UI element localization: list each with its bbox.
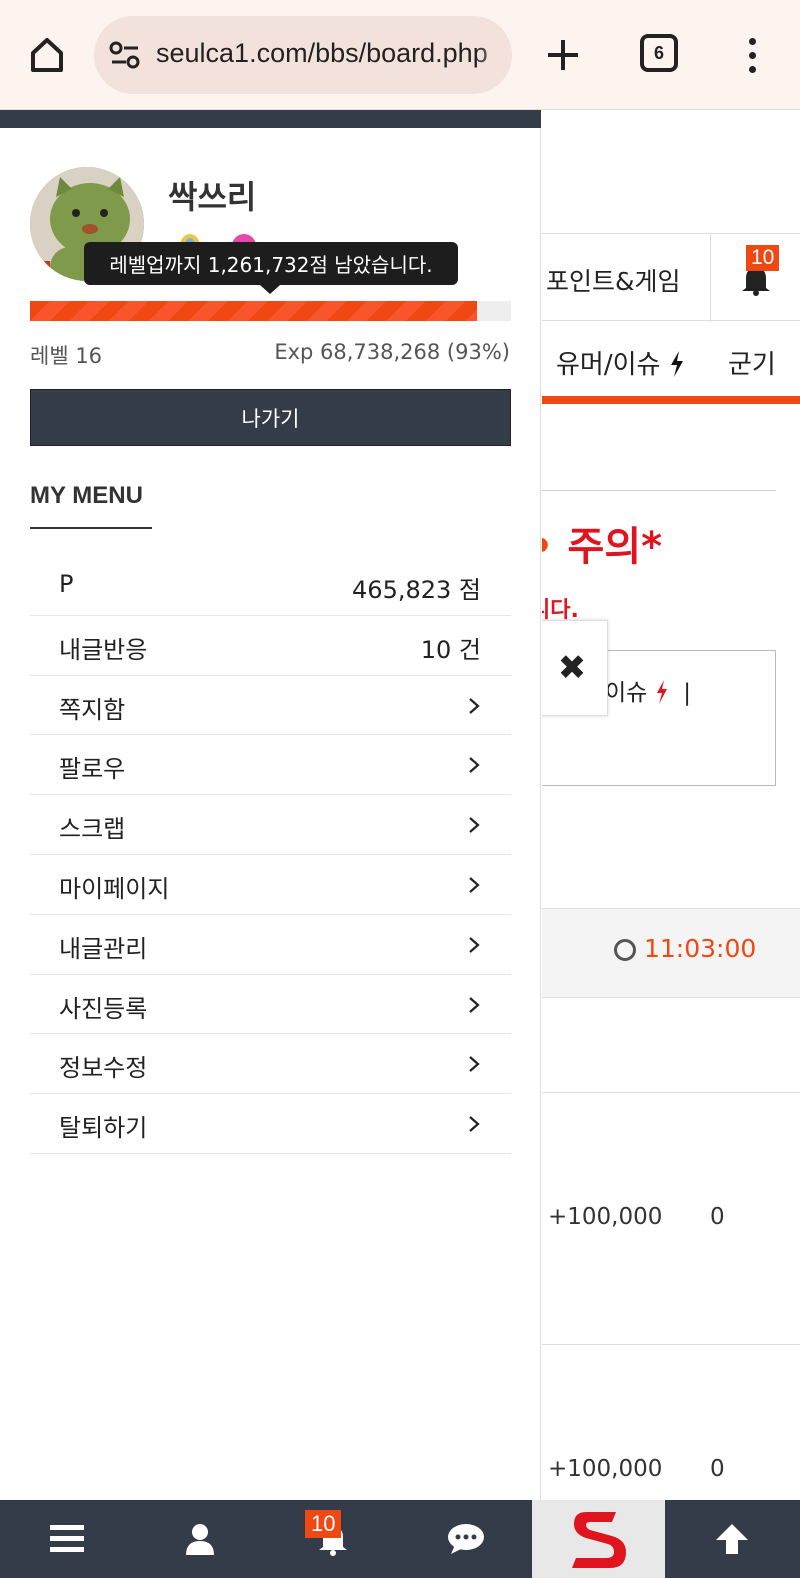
notification-badge: 10 [746,245,780,271]
table-row: +100,000 0 [548,1204,725,1230]
menu-item[interactable]: 스크랩 [30,795,511,855]
menu-item-label: 사진등록 [59,994,148,1023]
exp-progress-bar [30,301,511,321]
chevron-right-icon [469,817,480,834]
menu-item[interactable]: 정보수정 [30,1034,511,1095]
menu-item-value: 465,823 점 [352,576,481,604]
nav-military[interactable]: 군기 [728,344,776,381]
side-drawer: 싹쓰리 레벨업까지 1,261,732점 남았습니다. 레벨 16 Exp 68… [0,110,541,1500]
menu-item[interactable]: 마이페이지 [30,855,511,915]
menu-item-label: 탈퇴하기 [59,1114,148,1143]
chevron-right-icon [469,757,480,774]
site-settings-icon[interactable] [108,40,142,70]
menu-item[interactable]: P 465,823 점 [30,556,511,616]
menu-item-label: 정보수정 [59,1054,148,1083]
levelup-tooltip: 레벨업까지 1,261,732점 남았습니다. [84,242,458,285]
logout-button[interactable]: 나가기 [30,389,511,446]
user-icon[interactable] [133,1500,266,1578]
menu-item[interactable]: 쪽지함 [30,676,511,736]
nav-points-game[interactable]: 포인트&게임 [546,262,681,298]
menu-item-label: 쪽지함 [59,695,126,724]
table-row: +100,000 0 [548,1456,725,1482]
menu-item-label: 내글반응 [59,635,148,664]
chevron-right-icon [469,936,480,953]
bottom-nav [0,1500,800,1578]
tab-switcher-button[interactable]: 6 [640,34,678,72]
clock-icon [614,939,636,961]
menu-icon[interactable] [0,1500,133,1578]
username: 싹쓰리 [168,178,257,216]
level-text: 레벨 16 [30,344,103,368]
exp-text: Exp 68,738,268 (93%) [274,340,510,364]
menu-item[interactable]: 내글관리 [30,915,511,975]
home-icon[interactable] [22,30,72,80]
menu-item[interactable]: 탈퇴하기 [30,1094,511,1154]
exp-progress-fill [30,301,478,321]
menu-item-label: 스크랩 [59,815,126,844]
time-text: 11:03:00 [644,934,757,963]
menu-item-label: 마이페이지 [59,874,170,903]
browser-toolbar: seulca1.com/bbs/board.php 6 [0,0,800,110]
chevron-right-icon [469,1056,480,1073]
menu-item-label: P [59,570,74,598]
new-tab-icon[interactable] [538,30,588,80]
menu-item-label: 내글관리 [59,934,148,963]
my-menu-list: P 465,823 점내글반응 10 건쪽지함팔로우스크랩마이페이지내글관리사진등록… [30,556,511,1154]
menu-item-label: 팔로우 [59,755,126,784]
menu-item-value: 10 건 [420,635,481,664]
close-icon[interactable]: ✖ [542,620,608,716]
nav-humor[interactable]: 유머/이슈 [556,344,685,381]
menu-item[interactable]: 내글반응 10 건 [30,616,511,676]
chevron-right-icon [469,877,480,893]
url-text: seulca1.com/bbs/board.php [156,38,488,68]
category-nav: 유머/이슈 군기 [542,322,800,404]
arrow-up-icon[interactable] [665,1500,798,1578]
site-logo[interactable] [532,1500,665,1578]
chevron-right-icon [469,1116,480,1132]
menu-item[interactable]: 팔로우 [30,735,511,796]
menu-item[interactable]: 사진등록 [30,975,511,1035]
notification-badge: 10 [305,1510,342,1538]
more-options-icon[interactable] [734,30,770,80]
chevron-right-icon [469,996,480,1013]
chevron-right-icon [469,697,480,714]
my-menu-title: MY MENU [30,482,143,509]
chat-icon[interactable] [399,1500,532,1578]
tab-count: 6 [653,42,664,63]
time-bar: 11:03:00 [542,908,800,998]
address-bar[interactable]: seulca1.com/bbs/board.php [94,16,512,94]
background-page: 포인트&게임 10 유머/이슈 군기 • 주의* 니다. 이슈 | ✖ 11:0… [542,110,800,1500]
info-box-text: 이슈 | [605,680,692,706]
warning-title: • 주의* [542,524,663,570]
